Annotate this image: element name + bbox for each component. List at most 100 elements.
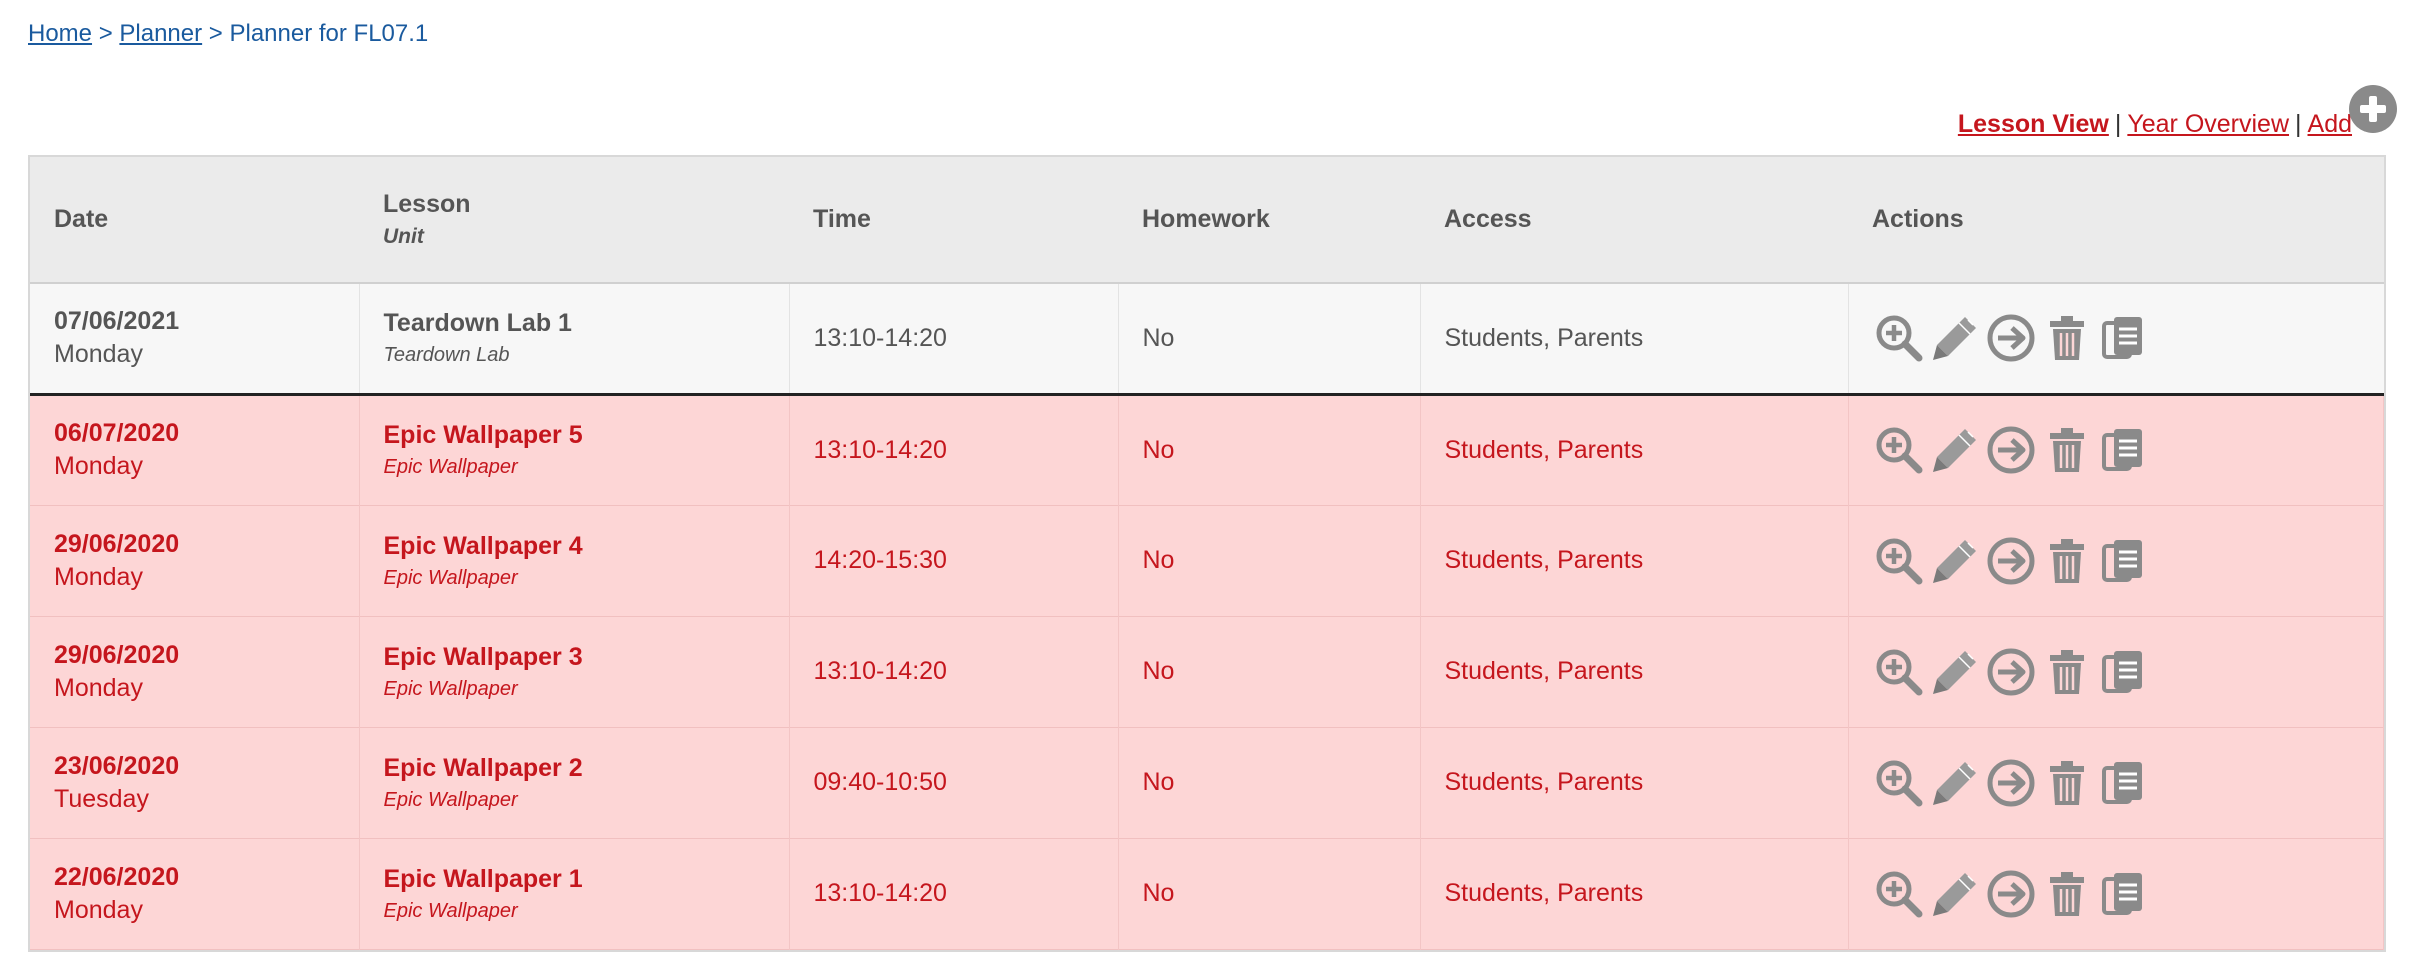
- trash-icon[interactable]: [2041, 757, 2093, 809]
- time-cell: 13:10-14:20: [789, 394, 1119, 505]
- lesson-day: Monday: [54, 673, 143, 702]
- zoom-in-icon[interactable]: [1873, 868, 1925, 920]
- copy-icon[interactable]: [2097, 535, 2149, 587]
- homework-cell: No: [1118, 727, 1421, 838]
- view-links: Lesson View | Year Overview | Add: [1958, 110, 2352, 139]
- time-cell: 13:10-14:20: [789, 616, 1119, 727]
- lesson-day: Monday: [54, 895, 143, 924]
- lesson-date: 22/06/2020: [54, 862, 180, 891]
- breadcrumb-current: Planner for FL07.1: [229, 20, 429, 47]
- access-cell: Students, Parents: [1420, 838, 1849, 949]
- lesson-cell: Epic Wallpaper 1 Epic Wallpaper: [359, 838, 790, 949]
- date-cell: 22/06/2020 Monday: [30, 838, 360, 949]
- pencil-icon[interactable]: [1929, 312, 1981, 364]
- time-cell: 14:20-15:30: [789, 505, 1119, 616]
- column-header-time: Time: [789, 157, 1118, 284]
- access-cell: Students, Parents: [1420, 394, 1849, 505]
- breadcrumb-planner-link[interactable]: Planner: [119, 20, 202, 47]
- arrow-right-circle-icon[interactable]: [1985, 535, 2037, 587]
- arrow-right-circle-icon[interactable]: [1985, 312, 2037, 364]
- pencil-icon[interactable]: [1929, 757, 1981, 809]
- trash-icon[interactable]: [2041, 868, 2093, 920]
- column-header-date: Date: [30, 157, 359, 284]
- lesson-date: 07/06/2021: [54, 307, 180, 336]
- table-row: 06/07/2020 Monday Epic Wallpaper 5 Epic …: [30, 394, 2384, 505]
- access-cell: Students, Parents: [1420, 283, 1849, 394]
- pencil-icon[interactable]: [1929, 868, 1981, 920]
- trash-icon[interactable]: [2041, 312, 2093, 364]
- homework-cell: No: [1118, 394, 1421, 505]
- arrow-right-circle-icon[interactable]: [1985, 646, 2037, 698]
- lesson-unit: Epic Wallpaper: [383, 788, 518, 811]
- arrow-right-circle-icon[interactable]: [1985, 757, 2037, 809]
- lesson-unit: Epic Wallpaper: [383, 456, 518, 478]
- arrow-right-circle-icon[interactable]: [1985, 868, 2037, 920]
- homework-cell: No: [1118, 505, 1421, 616]
- planner-table: Date Lesson Unit Time Homework Access Ac…: [30, 157, 2384, 950]
- column-header-lesson-label: Lesson: [383, 190, 471, 218]
- table-row: 07/06/2021 Monday Teardown Lab 1 Teardow…: [30, 283, 2384, 394]
- trash-icon[interactable]: [2041, 646, 2093, 698]
- lesson-name: Epic Wallpaper 5: [383, 421, 583, 449]
- pencil-icon[interactable]: [1929, 646, 1981, 698]
- pencil-icon[interactable]: [1929, 424, 1981, 476]
- trash-icon[interactable]: [2041, 535, 2093, 587]
- table-header-row: Date Lesson Unit Time Homework Access Ac…: [30, 157, 2384, 284]
- copy-icon[interactable]: [2097, 868, 2149, 920]
- lesson-name: Epic Wallpaper 3: [383, 642, 583, 671]
- year-overview-link[interactable]: Year Overview: [2127, 110, 2289, 138]
- breadcrumb-separator: >: [208, 20, 223, 47]
- lesson-cell: Epic Wallpaper 3 Epic Wallpaper: [359, 616, 790, 727]
- actions-cell: [1848, 616, 2384, 727]
- table-row: 29/06/2020 Monday Epic Wallpaper 3 Epic …: [30, 616, 2384, 727]
- lesson-day: Monday: [54, 340, 143, 369]
- access-cell: Students, Parents: [1420, 616, 1849, 727]
- time-cell: 09:40-10:50: [789, 727, 1119, 838]
- planner-table-container: Date Lesson Unit Time Homework Access Ac…: [28, 155, 2386, 952]
- actions-cell: [1848, 394, 2384, 505]
- date-cell: 23/06/2020 Tuesday: [30, 727, 360, 838]
- time-cell: 13:10-14:20: [789, 838, 1119, 949]
- copy-icon[interactable]: [2097, 646, 2149, 698]
- date-cell: 06/07/2020 Monday: [30, 394, 360, 505]
- lesson-cell: Epic Wallpaper 4 Epic Wallpaper: [359, 505, 790, 616]
- column-header-actions: Actions: [1848, 157, 2384, 284]
- copy-icon[interactable]: [2097, 312, 2149, 364]
- lesson-day: Tuesday: [54, 784, 149, 813]
- copy-icon[interactable]: [2097, 757, 2149, 809]
- lesson-unit: Epic Wallpaper: [383, 566, 518, 589]
- add-circle-icon[interactable]: [2348, 84, 2398, 134]
- zoom-in-icon[interactable]: [1873, 424, 1925, 476]
- lesson-name: Epic Wallpaper 2: [383, 753, 583, 782]
- access-cell: Students, Parents: [1420, 727, 1849, 838]
- breadcrumb: Home > Planner > Planner for FL07.1: [28, 20, 428, 48]
- homework-cell: No: [1118, 283, 1421, 394]
- column-header-unit-label: Unit: [383, 225, 424, 248]
- breadcrumb-separator: >: [98, 20, 113, 47]
- time-cell: 13:10-14:20: [789, 283, 1119, 394]
- table-row: 29/06/2020 Monday Epic Wallpaper 4 Epic …: [30, 505, 2384, 616]
- zoom-in-icon[interactable]: [1873, 757, 1925, 809]
- lesson-name: Epic Wallpaper 4: [383, 531, 583, 560]
- column-header-lesson: Lesson Unit: [359, 157, 789, 284]
- zoom-in-icon[interactable]: [1873, 646, 1925, 698]
- breadcrumb-home-link[interactable]: Home: [28, 20, 92, 47]
- copy-icon[interactable]: [2097, 424, 2149, 476]
- lesson-view-link[interactable]: Lesson View: [1958, 110, 2109, 138]
- lesson-name: Teardown Lab 1: [383, 309, 572, 338]
- arrow-right-circle-icon[interactable]: [1985, 424, 2037, 476]
- lesson-date: 06/07/2020: [54, 419, 180, 447]
- actions-cell: [1848, 838, 2384, 949]
- zoom-in-icon[interactable]: [1873, 312, 1925, 364]
- lesson-date: 29/06/2020: [54, 640, 180, 669]
- lesson-name: Epic Wallpaper 1: [383, 864, 583, 893]
- lesson-day: Monday: [54, 452, 143, 480]
- zoom-in-icon[interactable]: [1873, 535, 1925, 587]
- table-row: 22/06/2020 Monday Epic Wallpaper 1 Epic …: [30, 838, 2384, 949]
- date-cell: 29/06/2020 Monday: [30, 505, 360, 616]
- pencil-icon[interactable]: [1929, 535, 1981, 587]
- actions-cell: [1848, 727, 2384, 838]
- homework-cell: No: [1118, 838, 1421, 949]
- add-link[interactable]: Add: [2308, 110, 2352, 138]
- trash-icon[interactable]: [2041, 424, 2093, 476]
